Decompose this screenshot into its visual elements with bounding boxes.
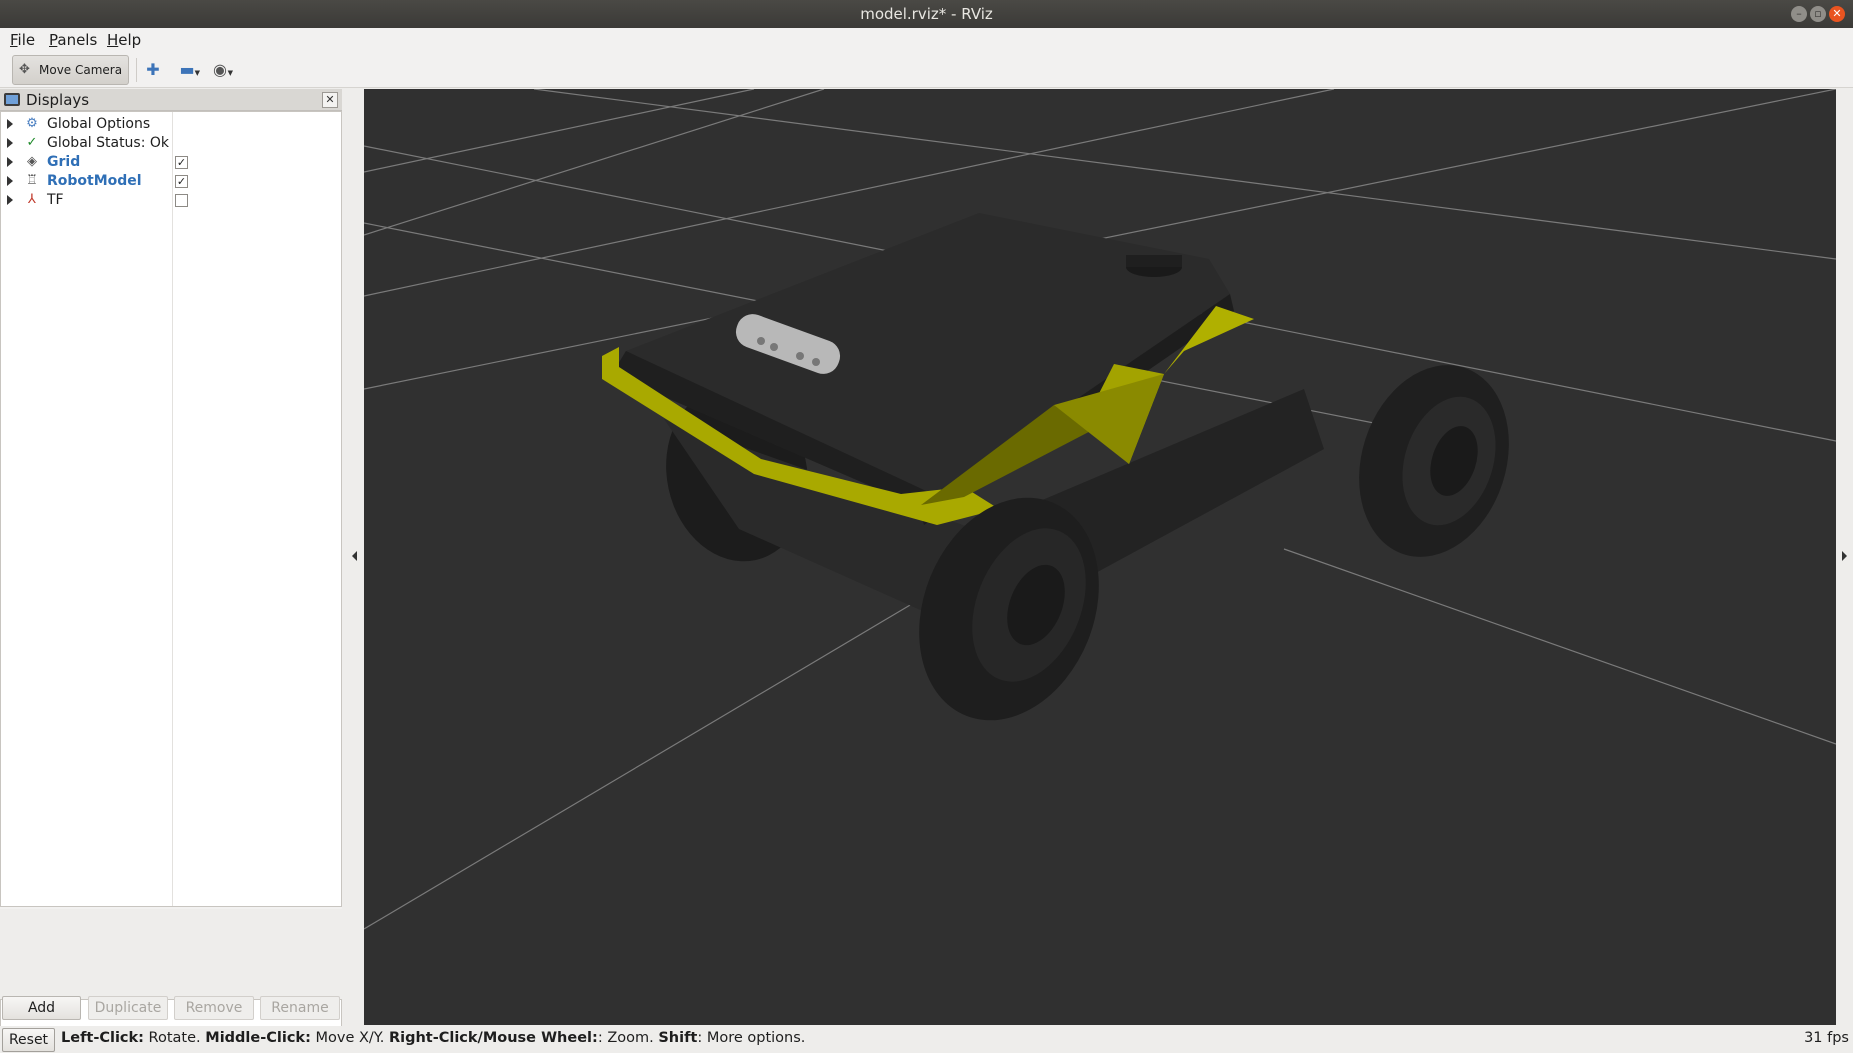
expand-arrow-icon[interactable] bbox=[7, 176, 13, 186]
add-tool-icon[interactable]: ✚ bbox=[142, 60, 164, 80]
menu-help[interactable]: Help bbox=[107, 31, 141, 49]
axes-icon: ⅄ bbox=[28, 192, 36, 207]
wheel-rear-right bbox=[1359, 365, 1509, 557]
robot-icon: ♖ bbox=[26, 173, 38, 188]
expand-arrow-icon[interactable] bbox=[7, 195, 13, 205]
collapse-left-icon[interactable] bbox=[352, 551, 357, 561]
tree-item-grid[interactable]: ◈ Grid ✓ bbox=[1, 153, 341, 172]
scene-svg bbox=[364, 89, 1836, 930]
window-title: model.rviz* - RViz bbox=[860, 5, 993, 23]
remove-tool-icon[interactable]: ▬ ▼ bbox=[176, 60, 200, 80]
tree-item-label: Grid bbox=[47, 154, 81, 170]
grid-icon: ◈ bbox=[27, 154, 37, 169]
tf-enable-checkbox[interactable] bbox=[175, 194, 188, 207]
render-viewport[interactable] bbox=[364, 89, 1836, 1025]
gear-icon: ⚙ bbox=[26, 116, 38, 131]
column-divider bbox=[172, 112, 173, 906]
hint-shift: Shift bbox=[658, 1030, 698, 1046]
right-splitter[interactable] bbox=[1837, 89, 1853, 1025]
menu-file[interactable]: File bbox=[10, 31, 35, 49]
hint-middle-click: Middle-Click: bbox=[205, 1030, 311, 1046]
tree-item-label: RobotModel bbox=[47, 173, 142, 189]
expand-arrow-icon[interactable] bbox=[7, 157, 13, 167]
displays-tree: ⚙ Global Options ✓ Global Status: Ok ◈ G… bbox=[0, 111, 342, 907]
menu-help-label: elp bbox=[118, 31, 142, 49]
toolbar-separator bbox=[136, 58, 137, 82]
hint-right-click: Right-Click/Mouse Wheel: bbox=[388, 1030, 598, 1046]
hint-middle-click-text: Move X/Y. bbox=[310, 1030, 389, 1046]
move-camera-label: Move Camera bbox=[39, 63, 123, 77]
rename-button[interactable]: Rename bbox=[260, 996, 340, 1020]
check-icon: ✓ bbox=[26, 135, 38, 150]
dropdown-arrow-icon: ▼ bbox=[227, 69, 233, 77]
hint-left-click-text: Rotate. bbox=[143, 1030, 206, 1046]
expand-arrow-icon[interactable] bbox=[7, 119, 13, 129]
panel-close-button[interactable]: ✕ bbox=[322, 92, 338, 108]
reset-button[interactable]: Reset bbox=[2, 1028, 55, 1052]
hint-shift-text: : More options. bbox=[697, 1030, 806, 1046]
toolbar: ✥ Move Camera ✚ ▬ ▼ ◉ ▼ bbox=[0, 52, 1853, 88]
hint-left-click: Left-Click: bbox=[61, 1030, 144, 1046]
tree-item-global-options[interactable]: ⚙ Global Options bbox=[1, 115, 341, 134]
menu-bar: File Panels Help bbox=[0, 28, 1853, 52]
dropdown-arrow-icon: ▼ bbox=[194, 69, 200, 77]
lidar-puck-side bbox=[1126, 255, 1182, 267]
remove-button[interactable]: Remove bbox=[174, 996, 254, 1020]
tree-item-robotmodel[interactable]: ♖ RobotModel ✓ bbox=[1, 172, 341, 191]
fps-readout: 31 fps bbox=[1804, 1030, 1849, 1046]
add-button[interactable]: Add bbox=[2, 996, 81, 1020]
displays-title: Displays bbox=[26, 91, 90, 109]
view-options-icon[interactable]: ◉ ▼ bbox=[209, 60, 233, 80]
maximize-icon[interactable]: ▫ bbox=[1810, 6, 1826, 22]
menu-file-accel: F bbox=[10, 31, 18, 49]
displays-panel: Displays ✕ ⚙ Global Options ✓ Global Sta… bbox=[0, 89, 342, 1053]
close-icon[interactable]: ✕ bbox=[1829, 6, 1845, 22]
monitor-icon bbox=[4, 93, 20, 106]
collapse-right-icon[interactable] bbox=[1842, 551, 1847, 561]
tree-item-label: Global Status: Ok bbox=[47, 135, 170, 151]
rviz-window: model.rviz* - RViz – ▫ ✕ File Panels Hel… bbox=[0, 0, 1853, 1053]
tree-item-global-status[interactable]: ✓ Global Status: Ok bbox=[1, 134, 341, 153]
grid-enable-checkbox[interactable]: ✓ bbox=[175, 156, 188, 169]
duplicate-button[interactable]: Duplicate bbox=[88, 996, 168, 1020]
status-bar: Reset Left-Click: Rotate. Middle-Click: … bbox=[0, 1026, 1853, 1053]
tree-item-label: TF bbox=[47, 192, 64, 208]
menu-file-label: ile bbox=[17, 31, 36, 49]
menu-panels[interactable]: Panels bbox=[49, 31, 97, 49]
displays-header: Displays ✕ bbox=[0, 89, 342, 111]
title-bar: model.rviz* - RViz – ▫ ✕ bbox=[0, 0, 1853, 28]
menu-panels-label: anels bbox=[57, 31, 98, 49]
menu-help-accel: H bbox=[107, 31, 119, 49]
move-camera-icon: ✥ bbox=[19, 62, 30, 77]
hint-right-click-text: : Zoom. bbox=[597, 1030, 659, 1046]
minimize-icon[interactable]: – bbox=[1791, 6, 1807, 22]
robotmodel-enable-checkbox[interactable]: ✓ bbox=[175, 175, 188, 188]
left-splitter[interactable] bbox=[343, 89, 363, 1025]
tree-item-label: Global Options bbox=[47, 116, 151, 132]
move-camera-button[interactable]: ✥ Move Camera bbox=[12, 55, 129, 85]
expand-arrow-icon[interactable] bbox=[7, 138, 13, 148]
status-hint: Left-Click: Rotate. Middle-Click: Move X… bbox=[61, 1030, 805, 1046]
tree-item-tf[interactable]: ⅄ TF bbox=[1, 191, 341, 210]
